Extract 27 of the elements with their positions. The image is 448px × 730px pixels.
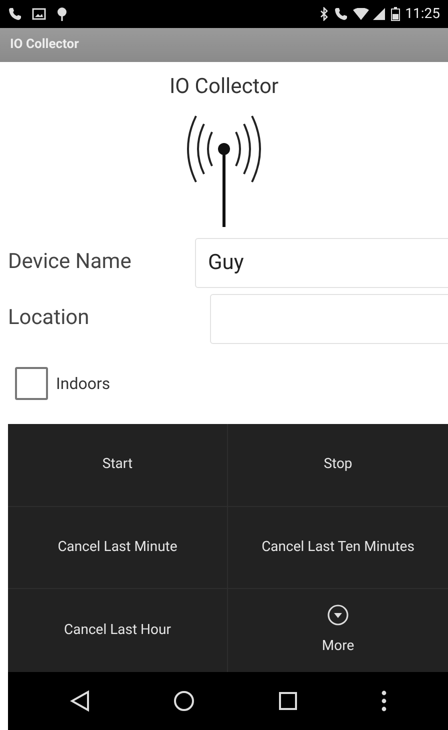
field-label: Device Name	[7, 249, 132, 276]
back-icon[interactable]	[70, 690, 90, 712]
text-field[interactable]: Guy	[195, 238, 448, 288]
indoors-checkbox[interactable]	[15, 367, 48, 400]
wifi-icon	[353, 8, 370, 20]
app-bar-title: IO Collector	[10, 36, 79, 54]
field-label: Location	[7, 305, 90, 332]
menu-item[interactable]: Start	[8, 424, 228, 507]
chevron-down-circle-icon	[327, 604, 349, 626]
more-menu-item[interactable]: More	[228, 589, 448, 672]
menu-item[interactable]: Stop	[228, 424, 448, 507]
overflow-menu-icon[interactable]	[380, 690, 386, 712]
pin-icon	[56, 7, 68, 21]
phone-icon	[8, 7, 22, 21]
menu-item[interactable]: Cancel Last Minute	[8, 506, 228, 590]
bluetooth-icon	[319, 7, 330, 21]
phone-icon	[334, 7, 348, 21]
signal-icon	[373, 8, 386, 20]
image-icon	[32, 8, 46, 20]
text-field[interactable]	[210, 294, 448, 344]
status-time: 11:25	[405, 4, 440, 24]
battery-icon	[391, 7, 400, 21]
home-icon[interactable]	[172, 690, 194, 712]
menu-item[interactable]: Cancel Last Ten Minutes	[228, 506, 448, 590]
recents-icon[interactable]	[278, 691, 298, 711]
app-title: IO Collector	[169, 74, 279, 100]
checkbox-label: Indoors	[56, 372, 110, 394]
